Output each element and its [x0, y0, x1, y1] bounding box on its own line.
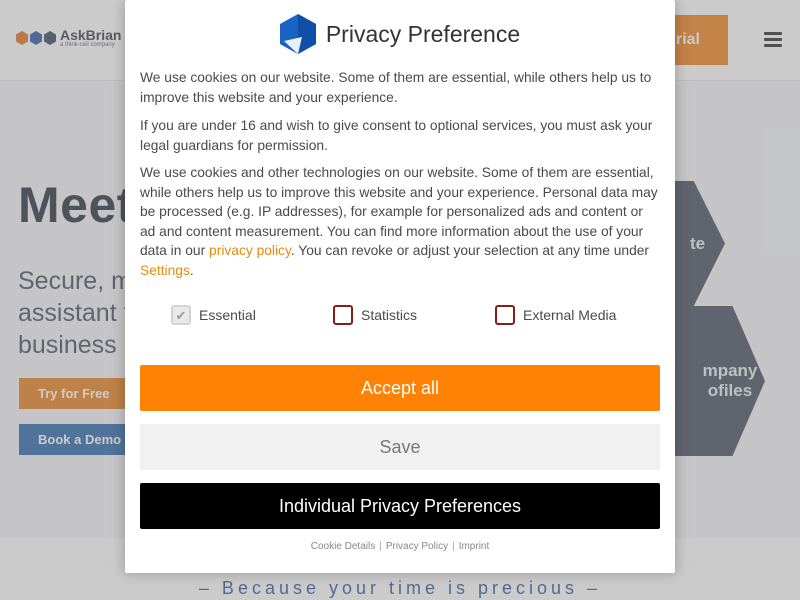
imprint-link[interactable]: Imprint — [459, 541, 490, 552]
footer-separator: | — [379, 541, 382, 552]
external-media-label[interactable]: External Media — [523, 307, 616, 323]
data-usage-end: . — [189, 262, 194, 278]
statistics-label[interactable]: Statistics — [361, 307, 417, 323]
individual-privacy-preferences-button[interactable]: Individual Privacy Preferences — [140, 483, 660, 529]
privacy-policy-footer-link[interactable]: Privacy Policy — [386, 541, 448, 552]
external-media-checkbox[interactable]: External Media — [495, 305, 616, 325]
dialog-title: Privacy Preference — [325, 20, 521, 47]
checkmark-icon: ✔ — [175, 307, 187, 323]
accept-all-button[interactable]: Accept all — [140, 365, 660, 411]
settings-link[interactable]: Settings — [140, 263, 190, 278]
privacy-shield-icon — [279, 14, 316, 54]
essential-checkbox: ✔ Essential — [171, 305, 256, 325]
privacy-preference-dialog: Privacy Preference We use cookies on our… — [125, 0, 675, 573]
dialog-footer-links: Cookie Details | Privacy Policy | Imprint — [125, 541, 675, 552]
save-button[interactable]: Save — [140, 424, 660, 470]
intro-paragraph: We use cookies on our website. Some of t… — [140, 70, 652, 105]
age-consent-paragraph: If you are under 16 and wish to give con… — [140, 118, 653, 153]
external-media-checkbox-box[interactable] — [495, 305, 515, 325]
data-usage-paragraph: We use cookies and other technologies on… — [140, 163, 660, 281]
privacy-policy-link[interactable]: privacy policy — [209, 243, 291, 258]
dialog-header: Privacy Preference — [125, 14, 675, 54]
essential-label: Essential — [199, 307, 256, 323]
statistics-checkbox-box[interactable] — [333, 305, 353, 325]
footer-separator: | — [452, 541, 455, 552]
consent-checkbox-group: ✔ Essential Statistics External Media — [125, 305, 675, 329]
cookie-details-link[interactable]: Cookie Details — [311, 541, 375, 552]
statistics-checkbox[interactable]: Statistics — [333, 305, 417, 325]
essential-checkbox-box: ✔ — [171, 305, 191, 325]
data-usage-text-2: . You can revoke or adjust your selectio… — [290, 243, 650, 259]
